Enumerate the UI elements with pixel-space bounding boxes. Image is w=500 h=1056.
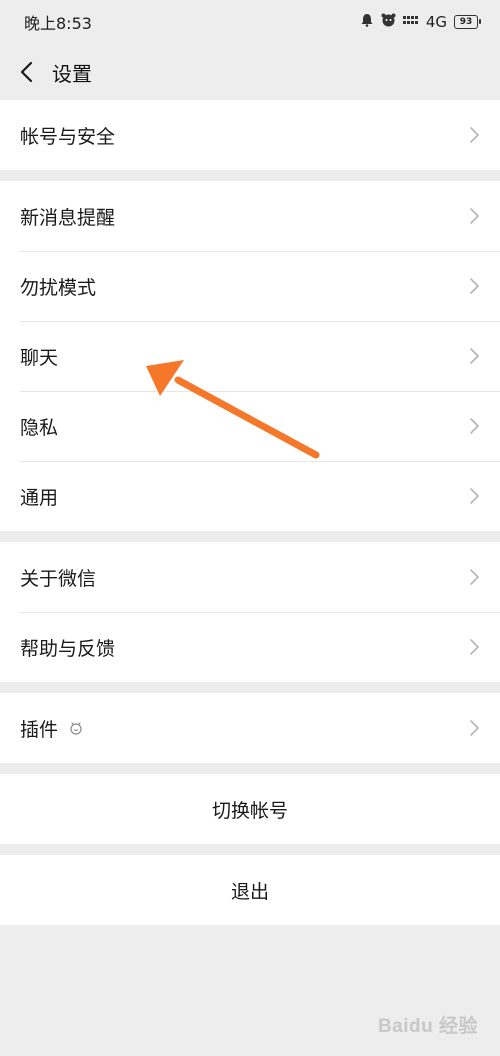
settings-item-account-security[interactable]: 帐号与安全	[0, 100, 500, 170]
signal-icon	[402, 14, 419, 30]
settings-item-label: 聊天	[20, 346, 59, 369]
chevron-left-icon[interactable]	[14, 60, 38, 84]
settings-group-general: 新消息提醒 勿扰模式 聊天 隐私 通用	[0, 181, 500, 531]
settings-item-label: 插件	[20, 718, 59, 741]
settings-group-plugins: 插件	[0, 693, 500, 763]
settings-item-help-feedback[interactable]: 帮助与反馈	[0, 612, 500, 682]
face-icon	[381, 13, 396, 31]
status-time: 晚上8:53	[24, 14, 92, 33]
status-icons: 4G 93	[360, 13, 481, 31]
battery-icon: 93	[454, 15, 481, 29]
chevron-right-icon	[470, 278, 479, 294]
bell-icon	[360, 13, 374, 31]
nav-bar: 设置	[0, 44, 500, 100]
chevron-right-icon	[470, 348, 479, 364]
chevron-right-icon	[470, 569, 479, 585]
network-type: 4G	[425, 13, 447, 31]
settings-item-label: 帐号与安全	[20, 125, 116, 148]
settings-item-label: 帮助与反馈	[20, 637, 116, 660]
battery-level: 93	[459, 17, 473, 27]
plugin-icon	[70, 722, 82, 735]
settings-item-privacy[interactable]: 隐私	[0, 391, 500, 461]
chevron-right-icon	[470, 208, 479, 224]
chevron-right-icon	[470, 639, 479, 655]
settings-item-new-message[interactable]: 新消息提醒	[0, 181, 500, 251]
settings-item-chat[interactable]: 聊天	[0, 321, 500, 391]
settings-item-plugins[interactable]: 插件	[0, 693, 500, 763]
page-title: 设置	[52, 61, 92, 86]
settings-item-label: 新消息提醒	[20, 206, 116, 229]
settings-item-label: 关于微信	[20, 567, 97, 590]
chevron-right-icon	[470, 418, 479, 434]
switch-account-label: 切换帐号	[211, 799, 288, 822]
settings-item-about[interactable]: 关于微信	[0, 542, 500, 612]
status-bar: 晚上8:53 4G 93	[0, 0, 500, 44]
settings-item-do-not-disturb[interactable]: 勿扰模式	[0, 251, 500, 321]
settings-item-general[interactable]: 通用	[0, 461, 500, 531]
switch-account-button[interactable]: 切换帐号	[0, 774, 500, 844]
logout-label: 退出	[230, 880, 269, 903]
chevron-right-icon	[470, 720, 479, 736]
settings-group-account: 帐号与安全	[0, 100, 500, 170]
watermark: Baidu 经验	[377, 1016, 478, 1037]
settings-item-label: 隐私	[20, 416, 59, 439]
logout-button[interactable]: 退出	[0, 855, 500, 925]
settings-item-label: 勿扰模式	[20, 276, 97, 299]
settings-item-plugins-label-wrap: 插件	[20, 715, 84, 742]
settings-item-label: 通用	[20, 486, 59, 509]
settings-group-about: 关于微信 帮助与反馈	[0, 542, 500, 682]
chevron-right-icon	[470, 127, 479, 143]
chevron-right-icon	[470, 488, 479, 504]
